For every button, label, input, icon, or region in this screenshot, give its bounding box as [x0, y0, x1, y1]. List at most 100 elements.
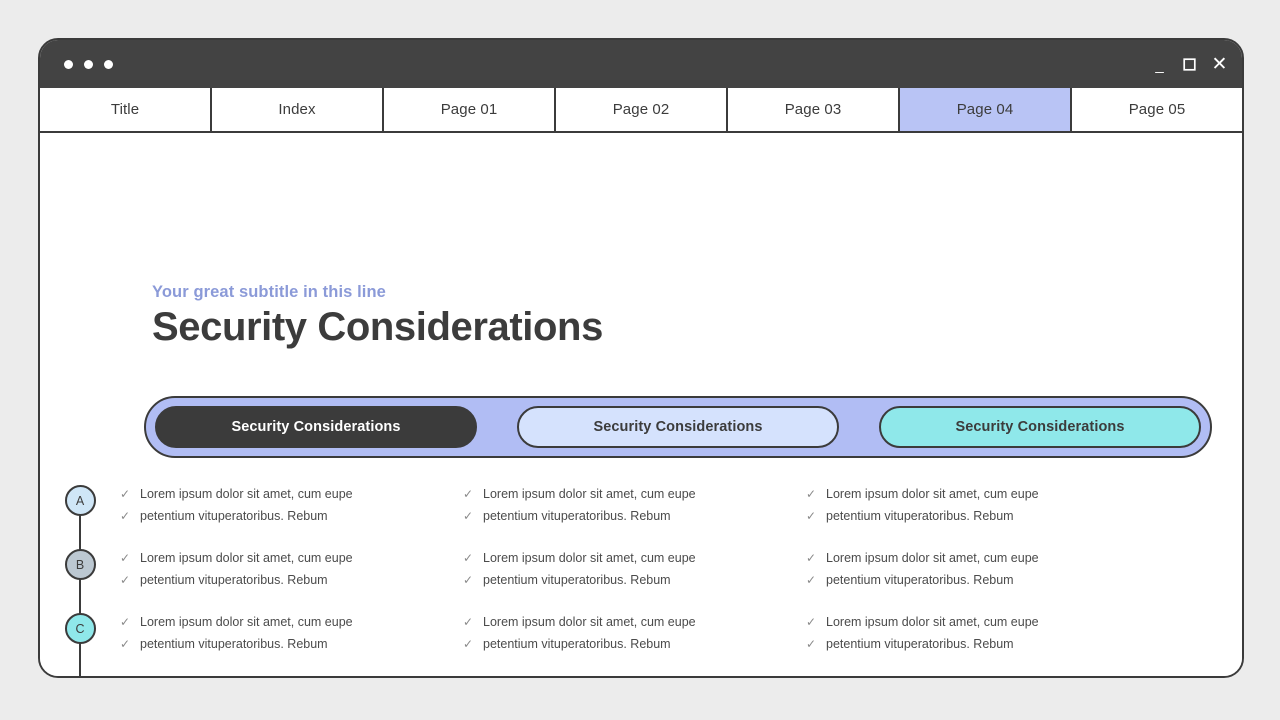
list-item: ✓ Lorem ipsum dolor sit amet, cum eupe [806, 483, 1149, 505]
row-badge-b[interactable]: B [64, 549, 96, 580]
check-icon: ✓ [806, 551, 817, 565]
list-item-text: petentium vituperatoribus. Rebum [483, 509, 671, 523]
list-item: ✓ Lorem ipsum dolor sit amet, cum eupe [463, 483, 806, 505]
check-icon: ✓ [463, 551, 474, 565]
list-item: ✓ Lorem ipsum dolor sit amet, cum eupe [120, 611, 463, 633]
check-icon: ✓ [120, 573, 131, 587]
list-item-text: petentium vituperatoribus. Rebum [826, 509, 1014, 523]
column-1: ✓ Lorem ipsum dolor sit amet, cum eupe ✓… [120, 483, 463, 527]
row-columns: ✓ Lorem ipsum dolor sit amet, cum eupe ✓… [120, 483, 1242, 527]
list-item: ✓ Lorem ipsum dolor sit amet, cum eupe [463, 675, 806, 676]
check-icon: ✓ [806, 509, 817, 523]
list-item-text: Lorem ipsum dolor sit amet, cum eupe [826, 615, 1039, 629]
table-row: C ✓ Lorem ipsum dolor sit amet, cum eupe… [40, 611, 1242, 676]
list-item: ✓ petentium vituperatoribus. Rebum [463, 505, 806, 527]
badge-column: D [40, 675, 120, 678]
slide-title: Security Considerations [152, 305, 603, 349]
slide-subtitle: Your great subtitle in this line [152, 283, 386, 301]
app-window: _ ✕ Title Index Page 01 Page 02 Page 03 … [38, 38, 1244, 678]
column-3: ✓ Lorem ipsum dolor sit amet, cum eupe ✓… [806, 547, 1149, 591]
column-2: ✓ Lorem ipsum dolor sit amet, cum eupe ✓… [463, 675, 806, 676]
check-icon: ✓ [806, 675, 815, 676]
row-badge-a[interactable]: A [64, 485, 96, 516]
content-rows: A ✓ Lorem ipsum dolor sit amet, cum eupe… [40, 483, 1242, 678]
list-item-text: Lorem ipsum dolor sit amet, cum eupe [483, 487, 696, 501]
table-row: D ✓ Lorem ipsum dolor sit amet, cum eupe… [40, 675, 1242, 678]
list-item-text: Lorem ipsum dolor sit amet, cum eupe [483, 615, 696, 629]
close-icon[interactable]: ✕ [1211, 55, 1228, 74]
list-item: ✓ Lorem ipsum dolor sit amet, cum eupe [806, 611, 1149, 633]
tab-page-01[interactable]: Page 01 [384, 88, 556, 131]
list-item: ✓ petentium vituperatoribus. Rebum [806, 569, 1149, 591]
list-item: ✓ petentium vituperatoribus. Rebum [806, 633, 1149, 655]
list-item: ✓ Lorem ipsum dolor sit amet, cum eupe [120, 483, 463, 505]
check-icon: ✓ [463, 573, 474, 587]
table-row: B ✓ Lorem ipsum dolor sit amet, cum eupe… [40, 547, 1242, 629]
check-icon: ✓ [463, 509, 474, 523]
list-item: ✓ petentium vituperatoribus. Rebum [806, 505, 1149, 527]
list-item-text: Lorem ipsum dolor sit amet, cum eupe [826, 551, 1039, 565]
check-icon: ✓ [120, 615, 131, 629]
list-item: ✓ petentium vituperatoribus. Rebum [120, 505, 463, 527]
row-badge-d[interactable]: D [65, 677, 96, 678]
pill-button-3[interactable]: Security Considerations [879, 406, 1201, 448]
list-item-text: Lorem ipsum dolor sit amet, cum eupe [826, 675, 1039, 676]
window-controls: _ ✕ [1151, 55, 1228, 74]
list-item-text: petentium vituperatoribus. Rebum [826, 637, 1014, 651]
tab-page-04[interactable]: Page 04 [900, 88, 1072, 131]
list-item-text: Lorem ipsum dolor sit amet, cum eupe [140, 615, 353, 629]
tab-page-02[interactable]: Page 02 [556, 88, 728, 131]
badge-column: C [40, 611, 120, 676]
tab-page-03[interactable]: Page 03 [728, 88, 900, 131]
traffic-light-dots [64, 59, 113, 69]
dot-icon-2[interactable] [84, 59, 93, 69]
row-columns: ✓ Lorem ipsum dolor sit amet, cum eupe ✓… [120, 675, 1242, 676]
column-1: ✓ Lorem ipsum dolor sit amet, cum eupe ✓… [120, 547, 463, 591]
check-icon: ✓ [120, 509, 131, 523]
list-item: ✓ petentium vituperatoribus. Rebum [463, 633, 806, 655]
pill-button-2[interactable]: Security Considerations [517, 406, 839, 448]
list-item: ✓ petentium vituperatoribus. Rebum [120, 569, 463, 591]
badge-column: B [40, 547, 120, 629]
check-icon: ✓ [120, 551, 131, 565]
list-item: ✓ Lorem ipsum dolor sit amet, cum eupe [806, 547, 1149, 569]
check-icon: ✓ [463, 637, 474, 651]
maximize-icon[interactable] [1181, 56, 1198, 73]
check-icon: ✓ [806, 573, 817, 587]
row-columns: ✓ Lorem ipsum dolor sit amet, cum eupe ✓… [120, 547, 1242, 591]
tab-page-05[interactable]: Page 05 [1072, 88, 1242, 131]
list-item-text: petentium vituperatoribus. Rebum [140, 509, 328, 523]
row-columns: ✓ Lorem ipsum dolor sit amet, cum eupe ✓… [120, 611, 1242, 655]
minimize-icon[interactable]: _ [1151, 56, 1168, 73]
tab-title[interactable]: Title [40, 88, 212, 131]
list-item-text: petentium vituperatoribus. Rebum [483, 573, 671, 587]
row-badge-c[interactable]: C [64, 613, 96, 644]
check-icon: ✓ [806, 637, 817, 651]
list-item: ✓ Lorem ipsum dolor sit amet, cum eupe [806, 675, 1149, 676]
column-3: ✓ Lorem ipsum dolor sit amet, cum eupe ✓… [806, 611, 1149, 655]
column-1: ✓ Lorem ipsum dolor sit amet, cum eupe ✓… [120, 675, 463, 676]
list-item: ✓ Lorem ipsum dolor sit amet, cum eupe [463, 547, 806, 569]
check-icon: ✓ [463, 487, 474, 501]
list-item: ✓ petentium vituperatoribus. Rebum [463, 569, 806, 591]
list-item: ✓ Lorem ipsum dolor sit amet, cum eupe [120, 675, 463, 676]
column-2: ✓ Lorem ipsum dolor sit amet, cum eupe ✓… [463, 547, 806, 591]
list-item: ✓ Lorem ipsum dolor sit amet, cum eupe [463, 611, 806, 633]
column-3: ✓ Lorem ipsum dolor sit amet, cum eupe ✓… [806, 675, 1149, 676]
list-item: ✓ petentium vituperatoribus. Rebum [120, 633, 463, 655]
column-3: ✓ Lorem ipsum dolor sit amet, cum eupe ✓… [806, 483, 1149, 527]
badge-column: A [40, 483, 120, 565]
check-icon: ✓ [120, 487, 131, 501]
list-item-text: petentium vituperatoribus. Rebum [140, 637, 328, 651]
dot-icon-1[interactable] [64, 59, 73, 69]
check-icon: ✓ [806, 487, 817, 501]
list-item-text: Lorem ipsum dolor sit amet, cum eupe [483, 675, 696, 676]
dot-icon-3[interactable] [104, 59, 113, 69]
list-item-text: petentium vituperatoribus. Rebum [826, 573, 1014, 587]
list-item-text: Lorem ipsum dolor sit amet, cum eupe [140, 675, 353, 676]
list-item-text: Lorem ipsum dolor sit amet, cum eupe [140, 487, 353, 501]
tab-index[interactable]: Index [212, 88, 384, 131]
title-bar: _ ✕ [40, 40, 1242, 88]
list-item-text: Lorem ipsum dolor sit amet, cum eupe [483, 551, 696, 565]
pill-button-1[interactable]: Security Considerations [155, 406, 477, 448]
